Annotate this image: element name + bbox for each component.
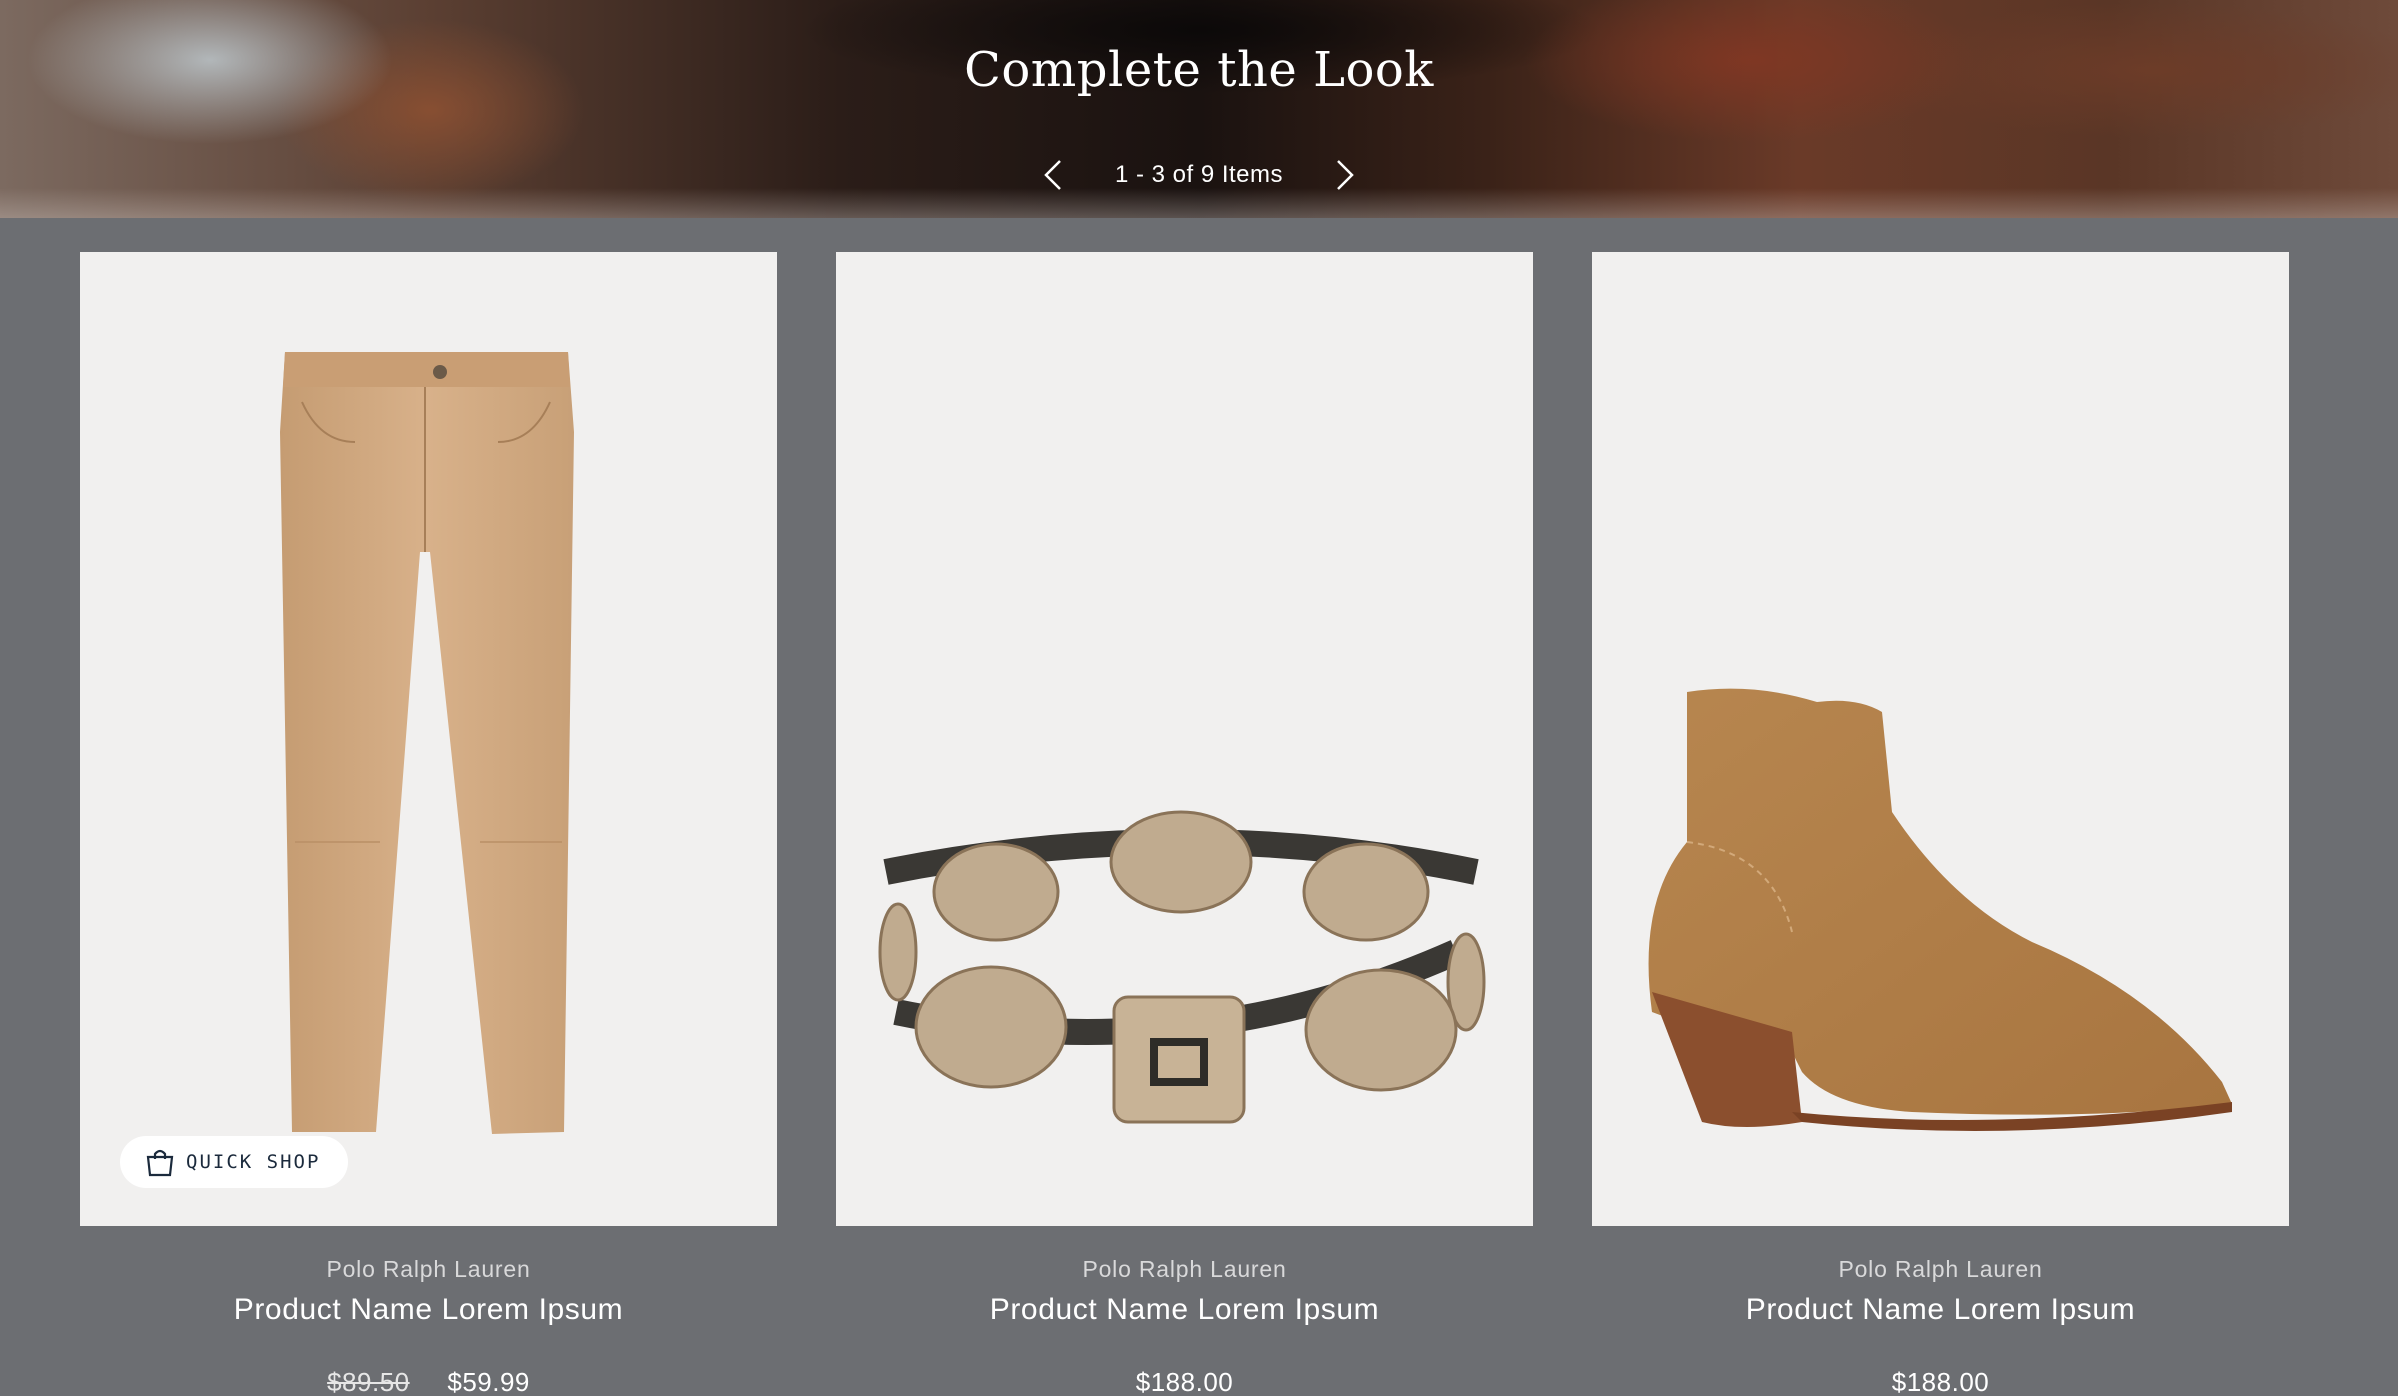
boot-image: [1648, 688, 2232, 1131]
quick-shop-label: QUICK SHOP: [186, 1151, 321, 1173]
product-price: $188.00: [836, 1367, 1533, 1396]
price: $188.00: [1135, 1367, 1234, 1396]
product-brand: Polo Ralph Lauren: [1838, 1256, 2043, 1282]
product-card[interactable]: QUICK SHOP Polo Ralph Lauren Product Nam…: [80, 252, 777, 1396]
pants-image: [280, 352, 574, 1134]
chevron-right-icon: [1337, 160, 1354, 190]
product-image-belt[interactable]: [836, 252, 1533, 1226]
shopping-bag-icon: [146, 1149, 174, 1177]
product-price: $89.50 $59.99: [80, 1367, 777, 1396]
price: $188.00: [1891, 1367, 1990, 1396]
next-button[interactable]: [1322, 152, 1368, 198]
product-image-boot[interactable]: [1592, 252, 2289, 1226]
quick-shop-button[interactable]: QUICK SHOP: [120, 1136, 349, 1188]
belt-image: [878, 810, 1486, 1124]
product-brand: Polo Ralph Lauren: [326, 1256, 531, 1282]
section-title: Complete the Look: [964, 42, 1434, 98]
prev-button[interactable]: [1030, 152, 1076, 198]
product-name[interactable]: Product Name Lorem Ipsum: [836, 1293, 1533, 1327]
product-brand: Polo Ralph Lauren: [1082, 1256, 1287, 1282]
chevron-left-icon: [1044, 160, 1061, 190]
product-name[interactable]: Product Name Lorem Ipsum: [80, 1293, 777, 1327]
product-card[interactable]: Polo Ralph Lauren Product Name Lorem Ips…: [836, 252, 1533, 1396]
product-name[interactable]: Product Name Lorem Ipsum: [1592, 1293, 2289, 1327]
product-image-pants[interactable]: QUICK SHOP: [80, 252, 777, 1226]
carousel-pager: 1 - 3 of 9 Items: [0, 152, 2398, 198]
sale-price: $59.99: [447, 1367, 530, 1396]
product-card[interactable]: Polo Ralph Lauren Product Name Lorem Ips…: [1592, 252, 2289, 1396]
original-price: $89.50: [327, 1367, 410, 1396]
product-price: $188.00: [1592, 1367, 2289, 1396]
pager-count: 1 - 3 of 9 Items: [1114, 161, 1284, 188]
